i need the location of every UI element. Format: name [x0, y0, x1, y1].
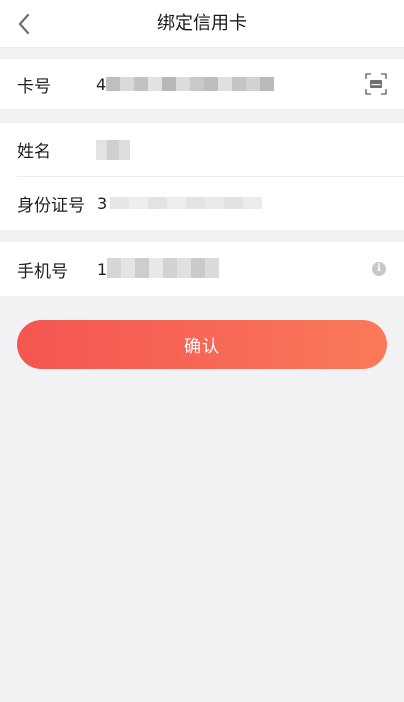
id-number-label: 身份证号 [17, 196, 85, 216]
phone-row[interactable]: 手机号 1 i [0, 242, 404, 296]
card-number-section: 卡号 4 [0, 59, 404, 109]
card-number-prefix: 4 [96, 74, 107, 94]
name-label: 姓名 [17, 142, 51, 162]
top-navbar: 绑定信用卡 [0, 0, 404, 48]
scan-card-icon [365, 73, 387, 95]
info-icon[interactable]: i [372, 262, 386, 276]
card-number-row[interactable]: 卡号 4 [0, 59, 404, 109]
phone-masked-value [107, 258, 219, 278]
card-number-label: 卡号 [17, 76, 51, 97]
id-number-row[interactable]: 身份证号 3 [0, 177, 404, 230]
name-row[interactable]: 姓名 [0, 123, 404, 176]
phone-section: 手机号 1 i [0, 242, 404, 296]
phone-label: 手机号 [17, 261, 68, 282]
card-number-masked-value [106, 77, 274, 91]
phone-prefix: 1 [97, 259, 108, 279]
identity-section: 姓名 身份证号 3 [0, 123, 404, 230]
scan-card-button[interactable] [364, 72, 388, 96]
id-number-prefix: 3 [97, 194, 108, 213]
id-number-masked-value [110, 197, 262, 209]
page-title: 绑定信用卡 [157, 13, 247, 34]
name-masked-value [96, 140, 130, 160]
confirm-button[interactable]: 确认 [17, 320, 387, 369]
